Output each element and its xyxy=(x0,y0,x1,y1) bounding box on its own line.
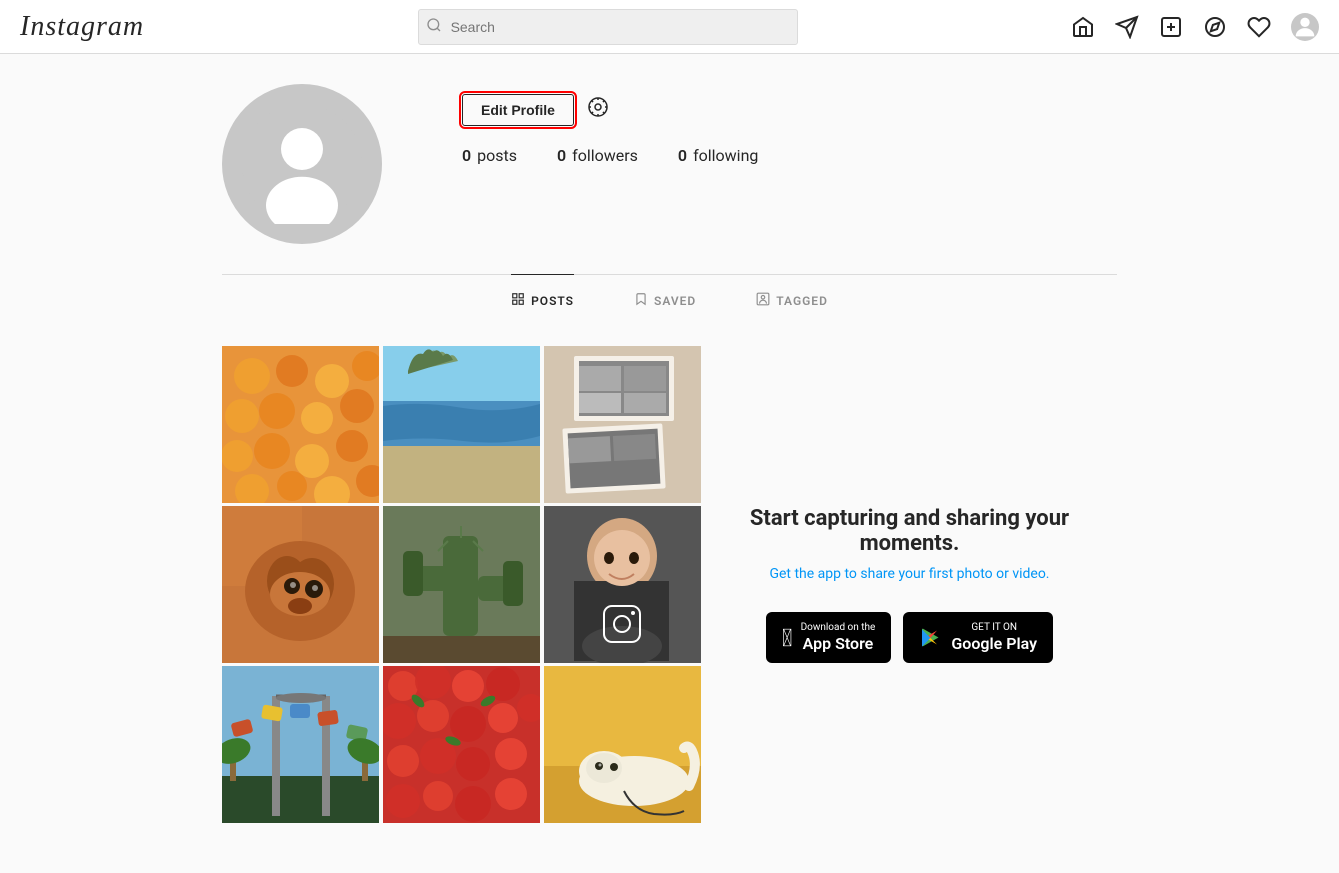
posts-count: 0 xyxy=(462,146,471,165)
google-play-icon xyxy=(919,626,943,650)
tagged-tab-label: TAGGED xyxy=(776,294,828,308)
apple-icon:  xyxy=(782,624,793,652)
profile-avatar xyxy=(222,84,382,244)
followers-stat[interactable]: 0 followers xyxy=(557,146,638,165)
following-label: following xyxy=(693,146,758,165)
profile-header: Edit Profile xyxy=(202,84,1137,274)
google-play-line2: Google Play xyxy=(951,634,1037,653)
tab-posts[interactable]: POSTS xyxy=(511,274,574,326)
grid-cell-beach[interactable] xyxy=(383,346,540,503)
app-store-button[interactable]:  Download on the App Store xyxy=(766,612,891,663)
cta-subtitle: Get the app to share your first photo or… xyxy=(769,566,1049,582)
home-icon[interactable] xyxy=(1071,15,1095,39)
search-input[interactable] xyxy=(418,9,798,45)
google-play-button[interactable]: GET IT ON Google Play xyxy=(903,612,1053,663)
posts-stat[interactable]: 0 posts xyxy=(462,146,517,165)
activity-icon[interactable] xyxy=(1247,15,1271,39)
profile-info: Edit Profile xyxy=(462,84,1117,165)
following-stat[interactable]: 0 following xyxy=(678,146,758,165)
grid-cell-cactus[interactable] xyxy=(383,506,540,663)
grid-cell-flowers[interactable] xyxy=(383,666,540,823)
followers-count: 0 xyxy=(557,146,566,165)
settings-icon[interactable] xyxy=(586,95,610,125)
main-content: Edit Profile xyxy=(202,54,1137,873)
grid-cell-oranges[interactable] xyxy=(222,346,379,503)
grid-icon xyxy=(511,292,525,310)
saved-tab-label: SAVED xyxy=(654,294,696,308)
direct-icon[interactable] xyxy=(1115,15,1139,39)
explore-icon[interactable] xyxy=(1203,15,1227,39)
edit-profile-button[interactable]: Edit Profile xyxy=(462,94,574,126)
grid-cell-dog[interactable] xyxy=(222,506,379,663)
search-icon xyxy=(426,17,442,37)
header-nav xyxy=(1071,13,1319,41)
app-store-line2: App Store xyxy=(801,634,876,653)
new-post-icon[interactable] xyxy=(1159,15,1183,39)
tab-saved[interactable]: SAVED xyxy=(634,275,696,326)
posts-label: posts xyxy=(477,146,517,165)
tabs: POSTS SAVED TAGGED xyxy=(202,275,1137,326)
app-store-line1: Download on the xyxy=(801,622,876,634)
following-count: 0 xyxy=(678,146,687,165)
cta-section: Start capturing and sharing your moments… xyxy=(702,346,1117,823)
photo-grid xyxy=(222,346,702,823)
grid-cell-photos[interactable] xyxy=(544,346,701,503)
cta-title: Start capturing and sharing your moments… xyxy=(742,506,1077,556)
person-tag-icon xyxy=(756,292,770,310)
avatar[interactable] xyxy=(1291,13,1319,41)
grid-cell-carnival[interactable] xyxy=(222,666,379,823)
app-buttons:  Download on the App Store xyxy=(766,612,1053,663)
header: Instagram xyxy=(0,0,1339,54)
google-play-line1: GET IT ON xyxy=(951,622,1037,634)
bookmark-icon xyxy=(634,292,648,310)
profile-actions: Edit Profile xyxy=(462,94,1117,126)
grid-cell-baby[interactable] xyxy=(544,506,701,663)
profile-stats: 0 posts 0 followers 0 following xyxy=(462,146,1117,165)
instagram-logo: Instagram xyxy=(20,11,144,43)
content-area: Start capturing and sharing your moments… xyxy=(202,326,1137,843)
followers-label: followers xyxy=(572,146,638,165)
grid-cell-cat[interactable] xyxy=(544,666,701,823)
search-container xyxy=(418,9,798,45)
posts-tab-label: POSTS xyxy=(531,294,574,308)
tab-tagged[interactable]: TAGGED xyxy=(756,275,828,326)
